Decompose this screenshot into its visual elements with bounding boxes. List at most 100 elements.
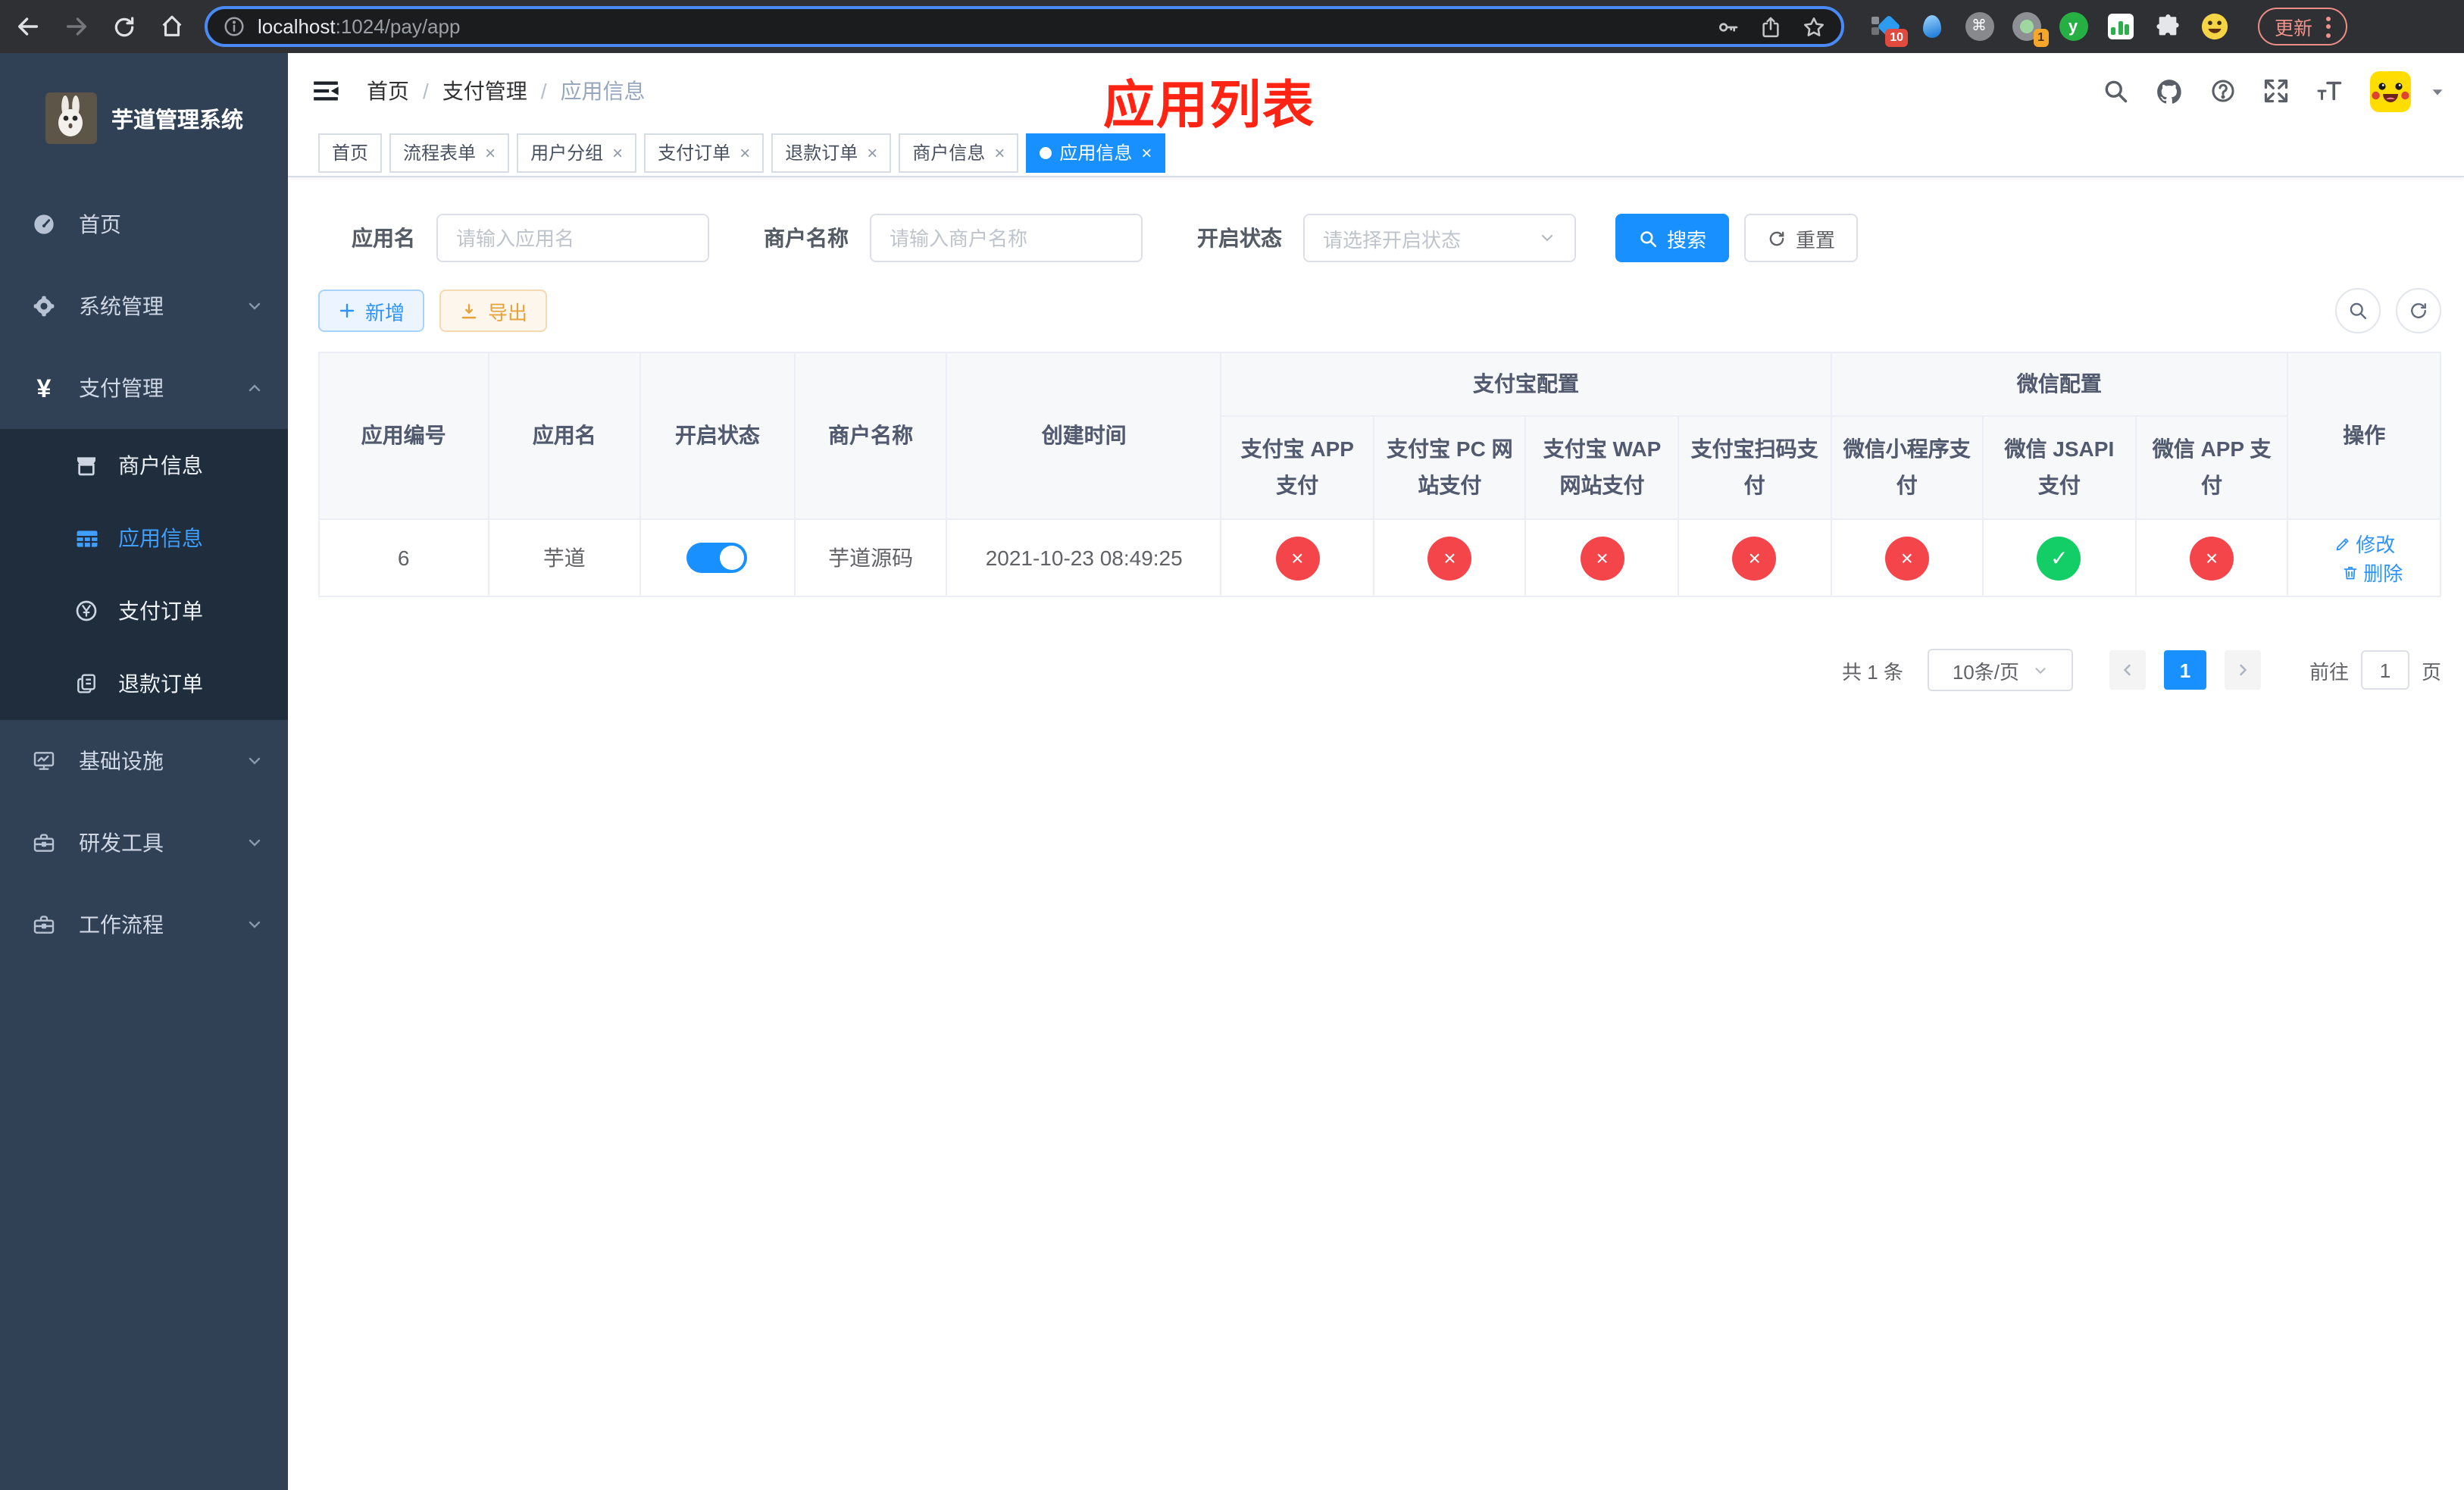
refresh-table-button[interactable]	[2396, 288, 2441, 333]
close-icon[interactable]: ×	[994, 143, 1005, 161]
reload-icon[interactable]	[112, 14, 136, 39]
page-unit-label: 页	[2421, 660, 2441, 683]
enabled-toggle[interactable]	[686, 543, 748, 573]
breadcrumb-home[interactable]: 首页	[367, 76, 409, 106]
forward-icon[interactable]	[64, 14, 89, 39]
app-logo	[45, 92, 96, 144]
tab-merchant-info[interactable]: 商户信息 ×	[899, 133, 1019, 172]
extensions-puzzle-icon[interactable]	[2152, 11, 2182, 42]
store-icon	[73, 453, 100, 477]
topbar: 首页 / 支付管理 / 应用信息 应用列表	[288, 53, 2464, 135]
site-info-icon[interactable]	[223, 15, 245, 38]
delete-link[interactable]: 删除	[2340, 558, 2403, 587]
sidebar-item-infrastructure[interactable]: 基础设施	[0, 720, 288, 802]
tab-process-form[interactable]: 流程表单 ×	[389, 133, 510, 172]
extension-grid-diamond-icon[interactable]: 10	[1870, 11, 1908, 46]
edit-link[interactable]: 修改	[2333, 529, 2395, 558]
font-size-icon[interactable]	[2315, 77, 2344, 105]
search-button[interactable]: 搜索	[1615, 214, 1730, 262]
add-button[interactable]: 新增	[318, 290, 425, 332]
update-button[interactable]: 更新	[2258, 8, 2348, 45]
plus-icon	[338, 302, 356, 320]
extension-command-icon[interactable]: ⌘	[1964, 11, 1994, 42]
sidebar-collapse-icon[interactable]	[311, 76, 341, 106]
password-key-icon[interactable]	[1715, 14, 1740, 39]
tab-pay-orders[interactable]: 支付订单 ×	[644, 133, 765, 172]
close-icon[interactable]: ×	[485, 143, 496, 161]
close-icon[interactable]: ×	[867, 143, 877, 161]
tab-app-info[interactable]: 应用信息 ×	[1026, 133, 1166, 172]
close-icon[interactable]: ×	[1141, 143, 1152, 161]
header-search-icon[interactable]	[2102, 77, 2129, 105]
extension-chart-icon[interactable]	[2105, 11, 2135, 42]
extension-y-icon[interactable]: y	[2058, 11, 2088, 42]
goto-page-input[interactable]	[2360, 650, 2409, 690]
yen-icon: ¥	[36, 374, 52, 402]
tab-home[interactable]: 首页	[318, 133, 383, 172]
sidebar-item-app-info[interactable]: 应用信息	[0, 502, 288, 574]
extension-camera-icon[interactable]: 1	[2011, 11, 2049, 46]
url-bar[interactable]: localhost:1024/pay/app	[205, 6, 1844, 47]
chevron-down-icon	[2031, 662, 2048, 678]
merchant-name-input[interactable]	[870, 214, 1143, 262]
alipay-app-status-icon: ×	[1275, 536, 1320, 580]
breadcrumb-current: 应用信息	[560, 79, 646, 103]
app-name-input[interactable]	[436, 214, 709, 262]
page-size-select[interactable]: 10条/页	[1927, 649, 2073, 691]
header-actions	[2102, 70, 2446, 111]
cell-created: 2021-10-23 08:49:25	[946, 518, 1222, 597]
github-icon[interactable]	[2155, 77, 2184, 105]
col-header-app-name: 应用名	[487, 352, 642, 520]
bookmark-star-icon[interactable]	[1802, 14, 1826, 39]
profile-emoji-icon[interactable]	[2199, 11, 2229, 42]
sidebar-item-workflow[interactable]: 工作流程	[0, 884, 288, 966]
extension-kite-icon[interactable]	[1917, 11, 1947, 42]
cell-actions: 修改 删除	[2287, 518, 2441, 597]
sidebar-item-refund-orders[interactable]: 退款订单	[0, 647, 288, 720]
col-header-app-id: 应用编号	[318, 352, 489, 520]
table-row: 6 芋道 芋道源码 2021-10-23 08:49:25 × × × × × …	[318, 518, 2441, 597]
edit-pen-icon	[2335, 537, 2348, 550]
cell-app-id: 6	[318, 518, 489, 597]
browser-menu-icon[interactable]	[2326, 16, 2331, 37]
user-avatar[interactable]	[2370, 70, 2411, 111]
share-icon[interactable]	[1759, 14, 1782, 39]
status-select[interactable]: 请选择开启状态	[1303, 214, 1576, 262]
tab-refund-orders[interactable]: 退款订单 ×	[771, 133, 892, 172]
reset-button[interactable]: 重置	[1744, 214, 1859, 262]
chevron-down-icon	[245, 916, 264, 934]
extension-badge: 10	[1885, 28, 1908, 46]
sidebar-item-home[interactable]: 首页	[0, 183, 288, 265]
help-icon[interactable]	[2209, 77, 2237, 105]
col-header-created: 创建时间	[946, 352, 1222, 520]
sidebar-item-pay-orders[interactable]: 支付订单	[0, 574, 288, 647]
close-icon[interactable]: ×	[740, 143, 750, 161]
export-button[interactable]: 导出	[439, 290, 548, 332]
url-host: localhost	[258, 15, 336, 38]
fullscreen-icon[interactable]	[2262, 77, 2290, 105]
breadcrumb-payment[interactable]: 支付管理	[442, 76, 527, 106]
pagination: 共 1 条 10条/页 1 前往 页	[318, 649, 2441, 691]
sidebar-item-dev-tools[interactable]: 研发工具	[0, 802, 288, 884]
sidebar-item-system[interactable]: 系统管理	[0, 265, 288, 347]
url-actions	[1715, 14, 1826, 39]
monitor-icon	[30, 749, 58, 773]
avatar-caret-down-icon[interactable]	[2429, 83, 2446, 99]
tab-user-group[interactable]: 用户分组 ×	[517, 133, 637, 172]
home-icon[interactable]	[159, 14, 185, 39]
sidebar-item-label: 支付订单	[118, 599, 203, 623]
sidebar-item-label: 退款订单	[118, 671, 203, 696]
wechat-app-status-icon: ×	[2190, 536, 2234, 580]
sidebar-item-payment[interactable]: ¥ 支付管理	[0, 347, 288, 429]
wechat-mini-status-icon: ×	[1884, 536, 1929, 580]
next-page-button[interactable]	[2224, 650, 2261, 690]
sidebar: 芋道管理系统 首页 系统管理 ¥ 支付管理 商户信息 应用信息 支付订单 退款订…	[0, 53, 288, 1490]
close-icon[interactable]: ×	[612, 143, 623, 161]
sidebar-item-merchant-info[interactable]: 商户信息	[0, 429, 288, 502]
prev-page-button[interactable]	[2109, 650, 2146, 690]
back-icon[interactable]	[15, 14, 41, 39]
toggle-search-button[interactable]	[2335, 288, 2381, 333]
col-header-alipay-wap: 支付宝 WAP 网站支付	[1524, 415, 1680, 520]
page-annotation-title: 应用列表	[1103, 77, 1315, 135]
page-number-1[interactable]: 1	[2163, 650, 2206, 690]
